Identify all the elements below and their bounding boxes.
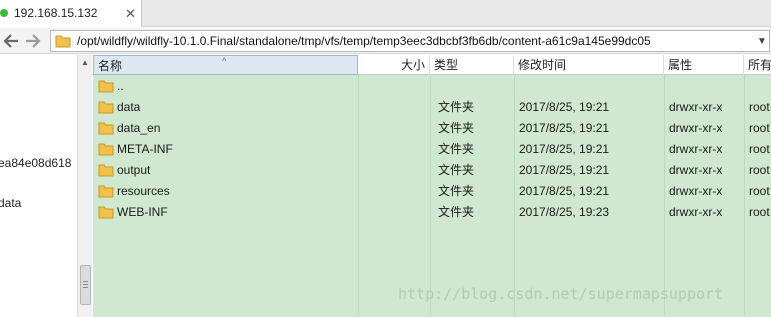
file-owner: root	[749, 205, 770, 219]
column-header-modified[interactable]: 修改时间	[514, 55, 664, 75]
file-list: 名称 ^ 大小 类型 修改时间 属性 所有 .. data 文件夹 2017/8/25…	[93, 55, 771, 317]
file-type: 文件夹	[438, 100, 475, 114]
file-permissions: drwxr-xr-x	[669, 205, 723, 219]
file-modified: 2017/8/25, 19:21	[519, 100, 610, 114]
column-header-name[interactable]: 名称 ^	[93, 55, 358, 75]
file-modified: 2017/8/25, 19:21	[519, 163, 610, 177]
tree-item[interactable]: ea84e08d618	[0, 156, 71, 170]
column-header-type[interactable]: 类型	[430, 55, 514, 75]
file-type: 文件夹	[438, 205, 475, 219]
file-size	[358, 202, 426, 223]
file-name: META-INF	[117, 142, 173, 156]
session-tab[interactable]: 192.168.15.132 ✕	[0, 0, 142, 27]
connection-status-icon	[0, 9, 8, 17]
file-owner: root	[749, 184, 770, 198]
file-name: ..	[117, 79, 124, 93]
list-item[interactable]: data 文件夹 2017/8/25, 19:21 drwxr-xr-x root	[93, 97, 771, 118]
file-size	[358, 118, 426, 139]
file-permissions: drwxr-xr-x	[669, 121, 723, 135]
file-modified: 2017/8/25, 19:21	[519, 142, 610, 156]
file-owner: root	[749, 121, 770, 135]
list-item[interactable]: data_en 文件夹 2017/8/25, 19:21 drwxr-xr-x root	[93, 118, 771, 139]
list-header: 名称 ^ 大小 类型 修改时间 属性 所有	[93, 55, 771, 75]
file-permissions: drwxr-xr-x	[669, 163, 723, 177]
session-tab-label: 192.168.15.132	[14, 6, 98, 20]
file-type: 文件夹	[438, 121, 475, 135]
back-arrow-icon	[3, 33, 18, 48]
file-name: resources	[117, 184, 170, 198]
folder-icon	[98, 206, 114, 219]
file-modified: 2017/8/25, 19:21	[519, 184, 610, 198]
file-modified: 2017/8/25, 19:23	[519, 205, 610, 219]
close-icon[interactable]: ✕	[125, 6, 136, 22]
folder-icon	[98, 143, 114, 156]
file-type: 文件夹	[438, 142, 475, 156]
file-size	[358, 160, 426, 181]
list-item[interactable]: WEB-INF 文件夹 2017/8/25, 19:23 drwxr-xr-x root	[93, 202, 771, 223]
file-size	[358, 97, 426, 118]
list-item[interactable]: ..	[93, 76, 771, 97]
sort-ascending-icon: ^	[222, 56, 227, 66]
directory-tree: ea84e08d618 data	[0, 55, 77, 317]
column-header-size[interactable]: 大小	[358, 55, 430, 75]
file-modified: 2017/8/25, 19:21	[519, 121, 610, 135]
folder-icon	[98, 185, 114, 198]
file-name: WEB-INF	[117, 205, 168, 219]
chevron-down-icon[interactable]: ▼	[755, 36, 769, 47]
column-header-permissions[interactable]: 属性	[664, 55, 744, 75]
folder-icon	[98, 164, 114, 177]
file-size	[358, 76, 426, 97]
folder-icon	[98, 101, 114, 114]
scroll-up-icon[interactable]: ▲	[81, 58, 89, 67]
file-size	[358, 181, 426, 202]
file-owner: root	[749, 100, 770, 114]
list-item[interactable]: resources 文件夹 2017/8/25, 19:21 drwxr-xr-x ro…	[93, 181, 771, 202]
scrollbar-thumb[interactable]	[80, 265, 91, 305]
tree-scrollbar[interactable]: ▲	[77, 55, 92, 317]
column-header-owner[interactable]: 所有	[744, 55, 771, 75]
back-button[interactable]	[0, 30, 22, 52]
file-name: output	[117, 163, 151, 177]
file-owner: root	[749, 163, 770, 177]
file-name: data	[117, 100, 141, 114]
file-type: 文件夹	[438, 184, 475, 198]
forward-button[interactable]	[22, 30, 44, 52]
folder-icon	[55, 35, 71, 48]
list-item[interactable]: output 文件夹 2017/8/25, 19:21 drwxr-xr-x root	[93, 160, 771, 181]
folder-icon	[98, 80, 114, 93]
tree-item[interactable]: data	[0, 196, 21, 210]
file-permissions: drwxr-xr-x	[669, 184, 723, 198]
file-owner: root	[749, 142, 770, 156]
file-type: 文件夹	[438, 163, 475, 177]
list-item[interactable]: META-INF 文件夹 2017/8/25, 19:21 drwxr-xr-x roo…	[93, 139, 771, 160]
file-permissions: drwxr-xr-x	[669, 142, 723, 156]
forward-arrow-icon	[26, 33, 41, 48]
path-input[interactable]: /opt/wildfly/wildfly-10.1.0.Final/standa…	[50, 30, 770, 52]
file-permissions: drwxr-xr-x	[669, 100, 723, 114]
folder-icon	[98, 122, 114, 135]
file-name: data_en	[117, 121, 161, 135]
file-size	[358, 139, 426, 160]
tab-strip: 192.168.15.132 ✕	[0, 0, 771, 27]
path-text: /opt/wildfly/wildfly-10.1.0.Final/standa…	[77, 34, 651, 48]
watermark: http://blog.csdn.net/supermapsupport	[398, 285, 724, 303]
address-bar: /opt/wildfly/wildfly-10.1.0.Final/standa…	[0, 28, 771, 54]
